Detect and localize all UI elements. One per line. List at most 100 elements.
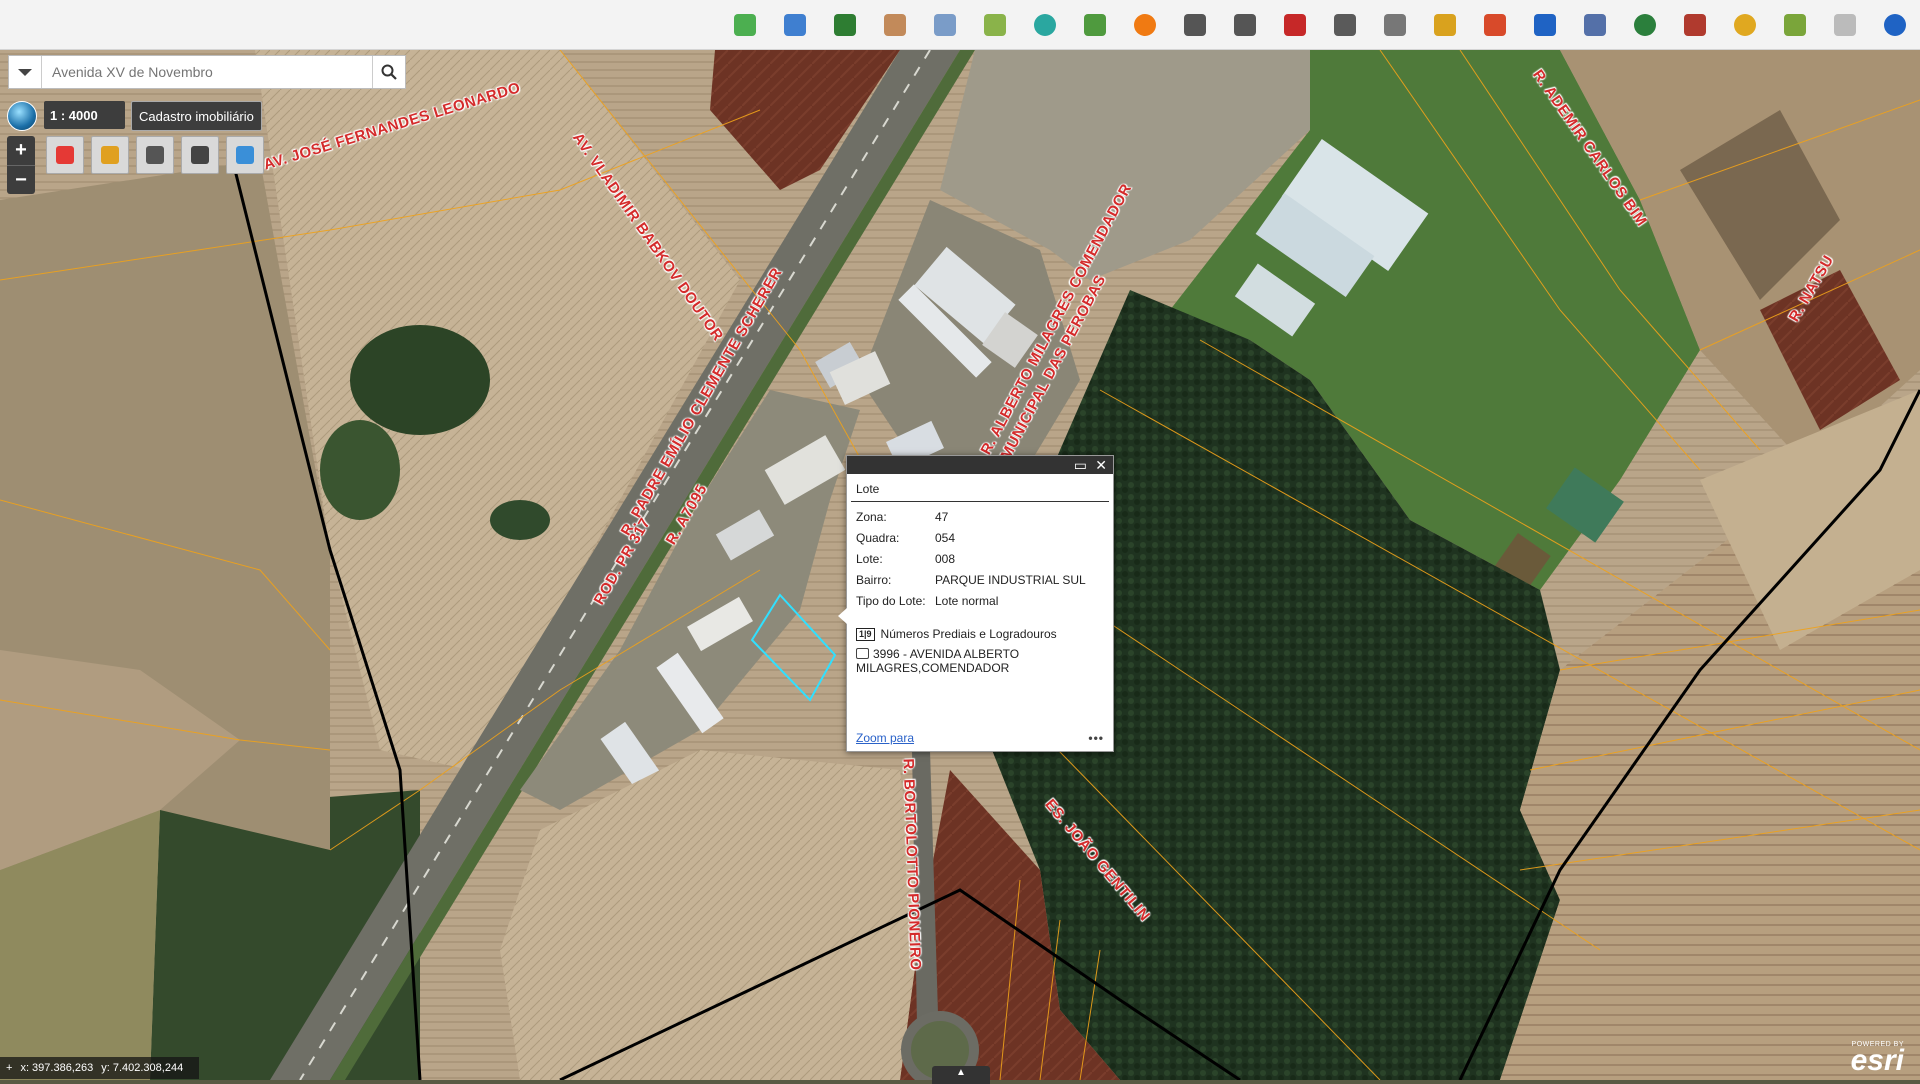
toolbar-button[interactable] xyxy=(1278,8,1312,42)
network-icon xyxy=(1234,14,1256,36)
scale-selector[interactable]: 1 : 4000 xyxy=(44,101,125,129)
toolbar-button[interactable] xyxy=(1228,8,1262,42)
layers-tool-icon xyxy=(56,146,74,164)
toolbar-button[interactable] xyxy=(1478,8,1512,42)
measure-tool-button[interactable] xyxy=(91,136,129,174)
toolbar-button[interactable] xyxy=(1678,8,1712,42)
field-value: PARQUE INDUSTRIAL SUL xyxy=(935,573,1086,587)
measure-icon xyxy=(1434,14,1456,36)
field-value: Lote normal xyxy=(935,594,999,608)
toolbar-button[interactable] xyxy=(1528,8,1562,42)
toolbar-button[interactable] xyxy=(828,8,862,42)
grid-tool-button[interactable] xyxy=(181,136,219,174)
popup-header: ▭ ✕ xyxy=(847,456,1113,474)
more-actions-icon[interactable]: ••• xyxy=(1088,731,1104,745)
pencil-icon xyxy=(1384,14,1406,36)
zoom-in-button[interactable]: + xyxy=(7,136,35,165)
field-label: Tipo do Lote: xyxy=(856,594,926,608)
globe-icon xyxy=(1634,14,1656,36)
coord-y: y: 7.402.308,244 xyxy=(101,1062,184,1074)
search-icon xyxy=(381,64,397,80)
table-row: Tipo do Lote: Lote normal xyxy=(856,592,1086,613)
toolbar-button[interactable] xyxy=(1878,8,1912,42)
table-row: Zona: 47 xyxy=(856,508,1086,529)
globe-search-icon xyxy=(1734,14,1756,36)
search-source-dropdown[interactable] xyxy=(9,56,42,88)
hand-pan-icon xyxy=(884,14,906,36)
maximize-icon[interactable]: ▭ xyxy=(1074,457,1087,473)
layers-stack-icon xyxy=(834,14,856,36)
search-button[interactable] xyxy=(372,56,405,88)
address-text: 3996 - AVENIDA ALBERTO MILAGRES,COMENDAD… xyxy=(856,647,1020,675)
draw-tool-button[interactable] xyxy=(136,136,174,174)
zoom-out-button[interactable]: − xyxy=(7,165,35,195)
toolbar-button[interactable] xyxy=(1628,8,1662,42)
related-title: Números Prediais e Logradouros xyxy=(880,627,1057,641)
related-table-icon: 1|9 xyxy=(856,627,875,641)
toolbar-button[interactable] xyxy=(928,8,962,42)
coord-x: x: 397.386,263 xyxy=(20,1062,94,1074)
download-icon xyxy=(1834,14,1856,36)
jigsaw-map-icon xyxy=(1084,14,1106,36)
table-row: Bairro: PARQUE INDUSTRIAL SUL xyxy=(856,571,1086,592)
table-row: Lote: 008 xyxy=(856,550,1086,571)
toolbar-button[interactable] xyxy=(1078,8,1112,42)
address-icon xyxy=(856,648,869,659)
toolbar-button[interactable] xyxy=(1378,8,1412,42)
field-value: 054 xyxy=(935,531,956,545)
search-bar xyxy=(8,55,406,89)
top-toolbar xyxy=(0,0,1920,50)
toolbar-button[interactable] xyxy=(1028,8,1062,42)
book-icon xyxy=(1684,14,1706,36)
related-address[interactable]: 3996 - AVENIDA ALBERTO MILAGRES,COMENDAD… xyxy=(856,647,1104,675)
map-pin-icon xyxy=(1284,14,1306,36)
zoom-control: + − xyxy=(7,136,35,194)
home-globe-icon[interactable] xyxy=(7,101,37,131)
map-tools xyxy=(46,136,271,174)
orange-circle-icon xyxy=(1134,14,1156,36)
toolbar-button[interactable] xyxy=(1328,8,1362,42)
feature-popup: ▭ ✕ Lote Zona: 47 Quadra: 054 Lote: 008 Bai… xyxy=(838,455,1114,752)
toolbar-tools xyxy=(712,8,1912,42)
toolbar-button[interactable] xyxy=(1778,8,1812,42)
toolbar-button[interactable] xyxy=(1578,8,1612,42)
grid-tool-icon xyxy=(191,146,209,164)
toolbar-button[interactable] xyxy=(1128,8,1162,42)
related-records[interactable]: 1|9 Números Prediais e Logradouros xyxy=(856,627,1113,641)
field-value: 008 xyxy=(935,552,956,566)
popup-footer: Zoom para ••• xyxy=(856,731,1104,745)
toolbar-button[interactable] xyxy=(878,8,912,42)
measure-tool-icon xyxy=(101,146,119,164)
toolbar-button[interactable] xyxy=(1178,8,1212,42)
zoom-to-link[interactable]: Zoom para xyxy=(856,731,914,745)
toolbar-button[interactable] xyxy=(1428,8,1462,42)
toolbar-button[interactable] xyxy=(1828,8,1862,42)
field-label: Zona: xyxy=(856,510,887,524)
search-input[interactable] xyxy=(42,56,372,88)
popup-title: Lote xyxy=(851,474,1109,502)
bottom-panel-handle[interactable]: ▲ xyxy=(932,1066,990,1084)
route-icon xyxy=(1184,14,1206,36)
clear-tool-button[interactable] xyxy=(226,136,264,174)
document-check-icon xyxy=(1784,14,1806,36)
toolbar-button[interactable] xyxy=(978,8,1012,42)
list-icon xyxy=(1334,14,1356,36)
toolbar-button[interactable] xyxy=(778,8,812,42)
toolbar-button[interactable] xyxy=(1728,8,1762,42)
esri-attribution[interactable]: POWERED BY esri xyxy=(1851,1041,1904,1076)
map-book-icon xyxy=(984,14,1006,36)
layers-tool-button[interactable] xyxy=(46,136,84,174)
search-document-icon xyxy=(784,14,806,36)
crosshair-icon: + xyxy=(6,1062,13,1074)
attribute-table: Zona: 47 Quadra: 054 Lote: 008 Bairro: PARQU… xyxy=(856,508,1086,613)
chevron-down-icon xyxy=(18,68,32,76)
coordinate-readout-icon xyxy=(934,14,956,36)
clear-tool-icon xyxy=(236,146,254,164)
active-layer-label: Cadastro imobiliário xyxy=(131,101,262,131)
field-value: 47 xyxy=(935,510,949,524)
map-edit-icon xyxy=(734,14,756,36)
close-icon[interactable]: ✕ xyxy=(1095,457,1107,473)
toolbar-button[interactable] xyxy=(728,8,762,42)
field-label: Bairro: xyxy=(856,573,892,587)
print-icon xyxy=(1584,14,1606,36)
